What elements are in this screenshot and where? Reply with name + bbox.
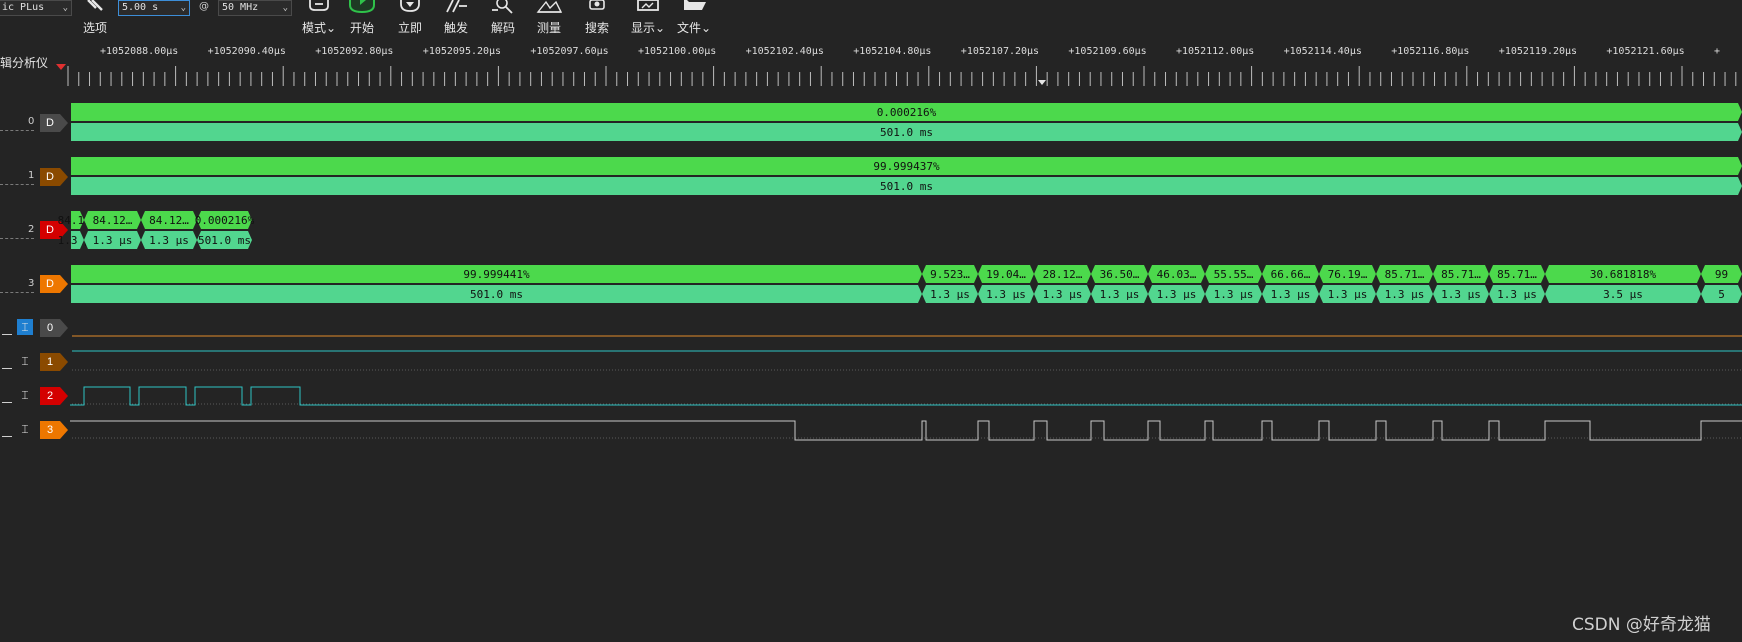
waveform-area[interactable] bbox=[0, 0, 1742, 642]
trace-ch3 bbox=[70, 420, 1742, 441]
watermark: CSDN @好奇龙猫 bbox=[1572, 615, 1711, 635]
trace-ch2 bbox=[70, 386, 1742, 406]
